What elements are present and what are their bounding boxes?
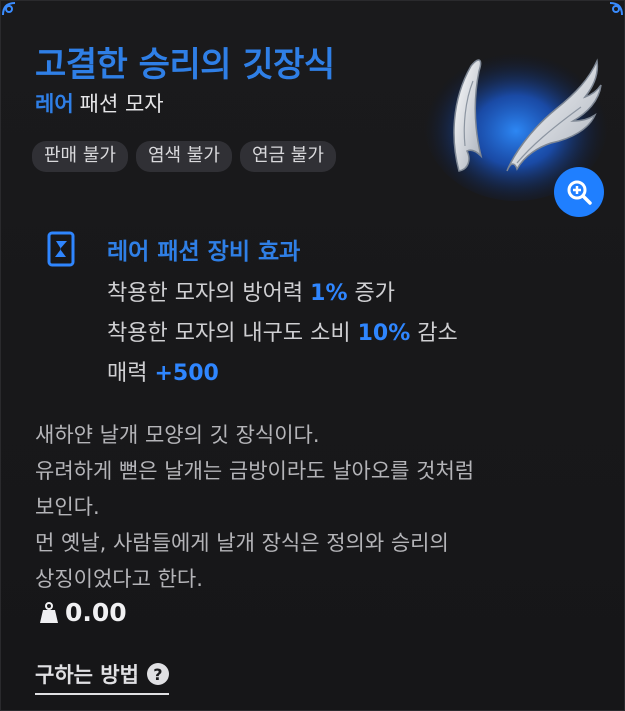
tag-sell-restricted: 판매 불가 bbox=[32, 141, 128, 172]
question-icon: ? bbox=[146, 663, 169, 685]
description-line: 상징이었다고 한다. bbox=[35, 567, 203, 591]
effect-text: 증가 bbox=[347, 281, 395, 306]
description-line: 먼 옛날, 사람들에게 날개 장식은 정의와 승리의 bbox=[35, 531, 449, 555]
item-name: 고결한 승리의 깃장식 bbox=[35, 45, 335, 85]
effect-title: 레어 패션 장비 효과 bbox=[107, 239, 301, 265]
effect-text: 착용한 모자의 방어력 bbox=[107, 281, 311, 306]
effect-line-defense: 착용한 모자의 방어력 1% 증가 bbox=[107, 275, 395, 307]
weight-value: 0.00 bbox=[65, 598, 127, 627]
item-tooltip-card: 고결한 승리의 깃장식 레어 패션 모자 판매 불가 염색 불가 연금 불가 레… bbox=[0, 0, 625, 711]
item-description: 새하얀 날개 모양의 깃 장식이다. 유려하게 뻗은 날개는 금방이라도 날아오… bbox=[35, 417, 605, 597]
item-subtitle: 레어 패션 모자 bbox=[35, 88, 164, 118]
tag-dye-restricted: 염색 불가 bbox=[135, 141, 232, 172]
restriction-tags: 판매 불가 염색 불가 연금 불가 bbox=[32, 141, 336, 172]
effect-text: 착용한 모자의 내구도 소비 bbox=[107, 321, 358, 346]
how-to-obtain-label: 구하는 방법 bbox=[35, 663, 139, 687]
effect-line-durability: 착용한 모자의 내구도 소비 10% 감소 bbox=[107, 315, 458, 347]
effect-text: 감소 bbox=[410, 321, 458, 346]
effect-text: 매력 bbox=[107, 361, 155, 386]
corner-ornament-top-right bbox=[609, 2, 623, 16]
zoom-in-icon bbox=[567, 180, 592, 205]
weight-icon bbox=[40, 601, 58, 623]
effect-value: 1% bbox=[310, 281, 348, 306]
item-category: 패션 모자 bbox=[79, 92, 164, 116]
how-to-obtain-link[interactable]: 구하는 방법 ? bbox=[35, 659, 169, 695]
description-line: 보인다. bbox=[35, 495, 100, 519]
description-line: 유려하게 뻗은 날개는 금방이라도 날아오를 것처럼 bbox=[35, 459, 475, 483]
description-line: 새하얀 날개 모양의 깃 장식이다. bbox=[35, 423, 320, 447]
item-weight: 0.00 bbox=[39, 598, 127, 627]
zoom-button[interactable] bbox=[554, 167, 604, 217]
fashion-effect-icon bbox=[47, 231, 75, 267]
item-rarity: 레어 bbox=[35, 92, 74, 116]
effect-line-charm: 매력 +500 bbox=[107, 355, 219, 387]
effect-value: 10% bbox=[357, 321, 411, 346]
tag-alchemy-restricted: 연금 불가 bbox=[239, 141, 336, 172]
effect-value: +500 bbox=[154, 361, 219, 386]
corner-ornament-top-left bbox=[2, 2, 16, 16]
